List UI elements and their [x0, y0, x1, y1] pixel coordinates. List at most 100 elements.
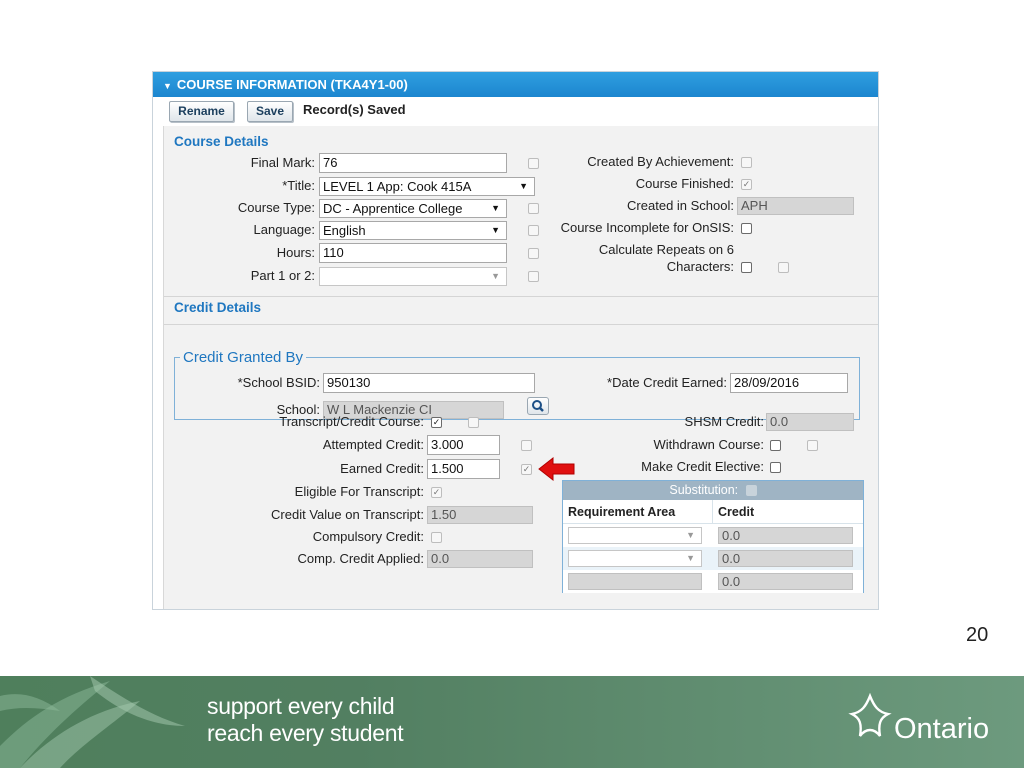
section-divider — [164, 296, 878, 297]
credit-value-input: 1.50 — [427, 506, 533, 524]
course-finished-checkbox[interactable]: ✓ — [741, 179, 752, 190]
column-header-credit: Credit — [718, 505, 755, 519]
chevron-down-icon: ▼ — [686, 553, 695, 563]
chevron-down-icon: ▼ — [491, 271, 500, 281]
language-value: English — [323, 223, 366, 238]
course-finished-label: Course Finished: — [635, 176, 734, 191]
calc-repeats-label-2: Characters: — [666, 259, 734, 274]
credit-divider — [164, 324, 878, 325]
shsm-credit-label: SHSM Credit: — [684, 414, 764, 429]
calc-repeats-checkbox[interactable] — [741, 262, 752, 273]
title-label: *Title: — [282, 178, 315, 193]
language-label: Language: — [253, 222, 315, 237]
column-divider — [712, 500, 713, 524]
hours-checkbox[interactable] — [528, 248, 539, 259]
substitution-label: Substitution: — [669, 483, 739, 497]
created-in-school-input: APH — [737, 197, 854, 215]
footer-banner: support every child reach every student … — [0, 676, 1024, 768]
attempted-credit-input[interactable]: 3.000 — [427, 435, 500, 455]
course-type-label: Course Type: — [237, 200, 315, 215]
make-elective-checkbox[interactable] — [770, 462, 781, 473]
credit-granted-by-group: Credit Granted By *School BSID: 950130 *… — [174, 349, 860, 420]
requirement-area-cell — [568, 573, 702, 590]
title-select-value: LEVEL 1 App: Cook 415A — [323, 179, 472, 194]
substitution-header: Substitution: — [563, 481, 863, 500]
column-header-requirement-area: Requirement Area — [568, 505, 676, 519]
credit-cell: 0.0 — [718, 527, 853, 544]
part-label: Part 1 or 2: — [250, 268, 315, 283]
window-title: COURSE INFORMATION (TKA4Y1-00) — [176, 77, 408, 92]
part-select[interactable]: ▼ — [319, 267, 507, 286]
calc-repeats-checkbox-2[interactable] — [778, 262, 789, 273]
transcript-course-checkbox-2[interactable] — [468, 417, 479, 428]
created-by-achievement-checkbox[interactable] — [741, 157, 752, 168]
final-mark-input[interactable]: 76 — [319, 153, 507, 173]
attempted-credit-label: Attempted Credit: — [322, 437, 424, 452]
credit-granted-by-legend: Credit Granted By — [180, 349, 307, 366]
credit-details-heading: Credit Details — [174, 300, 262, 315]
attempted-credit-checkbox[interactable] — [521, 440, 532, 451]
withdrawn-course-checkbox[interactable] — [770, 440, 781, 451]
chevron-down-icon: ▼ — [519, 181, 528, 191]
substitution-panel: Substitution: Requirement Area Credit ▼ … — [562, 480, 864, 593]
calc-repeats-label-1: Calculate Repeats on 6 — [598, 242, 734, 257]
compulsory-credit-label: Compulsory Credit: — [312, 529, 424, 544]
table-row: ▼ 0.0 — [563, 547, 863, 570]
substitution-checkbox[interactable] — [745, 485, 757, 497]
credit-cell: 0.0 — [718, 573, 853, 590]
part-checkbox[interactable] — [528, 271, 539, 282]
search-icon — [532, 400, 544, 412]
course-type-checkbox[interactable] — [528, 203, 539, 214]
trillium-logo-icon — [848, 692, 892, 737]
window-title-bar[interactable]: ▼ COURSE INFORMATION (TKA4Y1-00) — [153, 72, 878, 97]
course-information-window: ▼ COURSE INFORMATION (TKA4Y1-00) Rename S… — [152, 71, 879, 610]
ontario-wordmark: Ontario — [894, 713, 990, 745]
chevron-down-icon: ▼ — [686, 530, 695, 540]
table-row: ▼ 0.0 — [563, 524, 863, 547]
created-in-school-label: Created in School: — [627, 198, 734, 213]
final-mark-checkbox[interactable] — [528, 158, 539, 169]
chevron-down-icon: ▼ — [491, 225, 500, 235]
comp-credit-applied-input: 0.0 — [427, 550, 533, 568]
requirement-area-select[interactable]: ▼ — [568, 527, 702, 544]
make-elective-label: Make Credit Elective: — [641, 459, 764, 474]
hours-label: Hours: — [276, 245, 315, 260]
course-incomplete-checkbox[interactable] — [741, 223, 752, 234]
chevron-down-icon: ▼ — [491, 203, 500, 213]
date-credit-earned-input[interactable]: 28/09/2016 — [730, 373, 848, 393]
table-row: 0.0 — [563, 570, 863, 593]
school-lookup-button[interactable] — [527, 397, 549, 415]
hours-input[interactable]: 110 — [319, 243, 507, 263]
created-by-achievement-label: Created By Achievement: — [587, 154, 734, 169]
course-details-heading: Course Details — [174, 134, 269, 149]
substitution-table-header: Requirement Area Credit — [563, 500, 863, 524]
credit-cell: 0.0 — [718, 550, 853, 567]
withdrawn-course-checkbox-2[interactable] — [807, 440, 818, 451]
credit-value-label: Credit Value on Transcript: — [271, 507, 424, 522]
tagline-line-1: support every child — [207, 693, 395, 719]
rename-button[interactable]: Rename — [169, 101, 234, 122]
school-bsid-input[interactable]: 950130 — [323, 373, 535, 393]
shsm-credit-input: 0.0 — [766, 413, 854, 431]
earned-credit-checkbox[interactable]: ✓ — [521, 464, 532, 475]
eligible-transcript-label: Eligible For Transcript: — [294, 484, 424, 499]
save-button[interactable]: Save — [247, 101, 293, 122]
eligible-transcript-checkbox[interactable]: ✓ — [431, 487, 442, 498]
transcript-course-checkbox[interactable]: ✓ — [431, 417, 442, 428]
red-arrow-pointer — [538, 456, 575, 482]
final-mark-label: Final Mark: — [250, 155, 315, 170]
course-incomplete-label: Course Incomplete for OnSIS: — [560, 220, 734, 235]
date-credit-earned-label: *Date Credit Earned: — [607, 375, 727, 390]
requirement-area-select[interactable]: ▼ — [568, 550, 702, 567]
form-body: Course Details Final Mark: 76 *Title: LE… — [163, 126, 878, 609]
toolbar: Rename Save Record(s) Saved — [153, 97, 878, 126]
language-select[interactable]: English ▼ — [319, 221, 507, 240]
compulsory-credit-checkbox[interactable] — [431, 532, 442, 543]
course-type-select[interactable]: DC - Apprentice College ▼ — [319, 199, 507, 218]
transcript-course-label: Transcript/Credit Course: — [279, 414, 424, 429]
title-select[interactable]: LEVEL 1 App: Cook 415A ▼ — [319, 177, 535, 196]
collapse-triangle-icon[interactable]: ▼ — [163, 81, 172, 91]
language-checkbox[interactable] — [528, 225, 539, 236]
earned-credit-input[interactable]: 1.500 — [427, 459, 500, 479]
course-type-value: DC - Apprentice College — [323, 201, 463, 216]
